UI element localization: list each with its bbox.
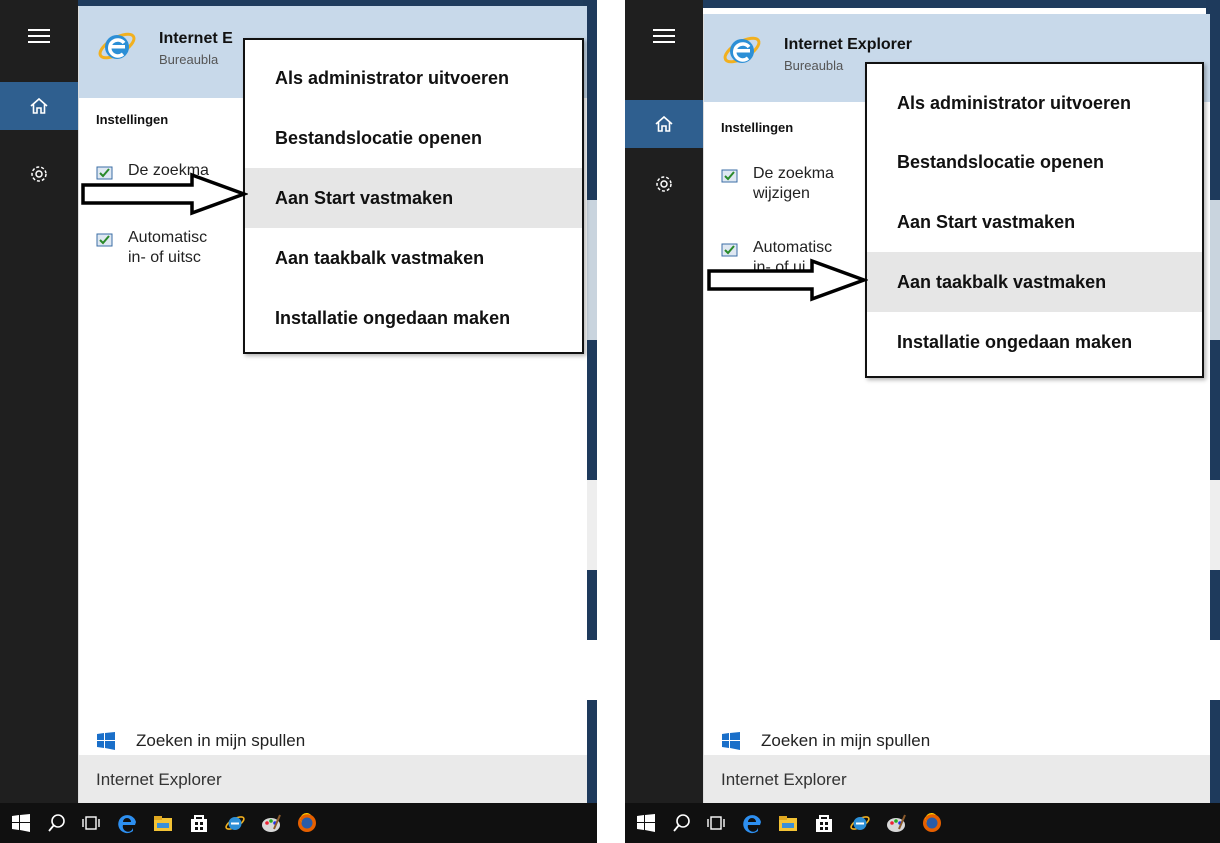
app-subtitle: Bureaubla (784, 58, 844, 73)
internet-explorer-icon (98, 32, 136, 60)
menu-item-run-as-admin[interactable]: Als administrator uitvoeren (245, 48, 582, 108)
task-view-icon[interactable] (705, 812, 727, 834)
settings-check-icon (721, 169, 738, 183)
windows-start-icon[interactable] (10, 812, 32, 834)
menu-item-pin-to-start[interactable]: Aan Start vastmaken (245, 168, 582, 228)
search-my-stuff-button[interactable]: Zoeken in mijn spullen (721, 731, 930, 751)
search-my-stuff-button[interactable]: Zoeken in mijn spullen (96, 731, 305, 751)
menu-item-open-file-location[interactable]: Bestandslocatie openen (245, 108, 582, 168)
result-line-1: Automatisc (128, 229, 208, 246)
menu-item-run-as-admin[interactable]: Als administrator uitvoeren (867, 73, 1202, 133)
settings-check-icon (96, 233, 113, 247)
search-icon[interactable] (671, 812, 693, 834)
screenshot-right: Internet Explorer Bureaubla Instellingen… (625, 0, 1220, 843)
annotation-arrow-icon (81, 172, 248, 216)
settings-result-search-engine[interactable]: De zoekma wijzigen (721, 164, 834, 204)
app-name: Internet E (159, 30, 233, 47)
search-query: Internet Explorer (96, 770, 222, 789)
firefox-icon[interactable] (296, 812, 318, 834)
desktop-top-strip (625, 0, 1220, 8)
paint-icon[interactable] (260, 812, 282, 834)
app-subtitle: Bureaubla (159, 52, 219, 67)
gear-icon[interactable] (0, 150, 78, 198)
result-line-2: in- of uitsc (128, 249, 201, 266)
search-box[interactable]: Internet Explorer (704, 755, 1210, 803)
internet-explorer-icon[interactable] (224, 812, 246, 834)
menu-item-pin-to-start[interactable]: Aan Start vastmaken (867, 192, 1202, 252)
result-line-1: Automatisc (753, 239, 833, 256)
start-rail (0, 0, 78, 803)
task-view-icon[interactable] (80, 812, 102, 834)
taskbar (0, 803, 597, 843)
start-rail (625, 0, 703, 803)
store-icon[interactable] (813, 812, 835, 834)
hamburger-icon[interactable] (0, 12, 78, 60)
annotation-arrow-icon (707, 258, 868, 302)
search-query: Internet Explorer (721, 770, 847, 789)
taskbar (625, 803, 1220, 843)
menu-item-pin-to-taskbar[interactable]: Aan taakbalk vastmaken (867, 252, 1202, 312)
settings-result-auto[interactable]: Automatisc in- of uitsc (96, 228, 207, 268)
context-menu: Als administrator uitvoeren Bestandsloca… (243, 38, 584, 354)
result-line-2: wijzigen (753, 185, 810, 202)
edge-icon[interactable] (741, 812, 763, 834)
menu-item-pin-to-taskbar[interactable]: Aan taakbalk vastmaken (245, 228, 582, 288)
home-icon[interactable] (0, 82, 78, 130)
menu-item-uninstall[interactable]: Installatie ongedaan maken (867, 312, 1202, 372)
file-explorer-icon[interactable] (777, 812, 799, 834)
home-icon[interactable] (625, 100, 703, 148)
windows-logo-icon (722, 732, 740, 750)
context-menu: Als administrator uitvoeren Bestandsloca… (865, 62, 1204, 378)
app-name: Internet Explorer (784, 36, 913, 53)
internet-explorer-icon (723, 36, 761, 64)
firefox-icon[interactable] (921, 812, 943, 834)
settings-check-icon (721, 243, 738, 257)
store-icon[interactable] (188, 812, 210, 834)
menu-item-uninstall[interactable]: Installatie ongedaan maken (245, 288, 582, 348)
menu-item-open-file-location[interactable]: Bestandslocatie openen (867, 132, 1202, 192)
edge-icon[interactable] (116, 812, 138, 834)
windows-logo-icon (97, 732, 115, 750)
hamburger-icon[interactable] (625, 12, 703, 60)
file-explorer-icon[interactable] (152, 812, 174, 834)
search-icon[interactable] (46, 812, 68, 834)
internet-explorer-icon[interactable] (849, 812, 871, 834)
section-title: Instellingen (721, 120, 794, 135)
windows-start-icon[interactable] (635, 812, 657, 834)
section-title: Instellingen (96, 112, 169, 127)
gear-icon[interactable] (625, 160, 703, 208)
search-my-stuff-label: Zoeken in mijn spullen (761, 731, 931, 750)
search-my-stuff-label: Zoeken in mijn spullen (136, 731, 306, 750)
search-box[interactable]: Internet Explorer (79, 755, 587, 803)
paint-icon[interactable] (885, 812, 907, 834)
screenshot-left: Internet E Bureaubla Instellingen De zoe… (0, 0, 597, 843)
result-line-1: De zoekma (753, 165, 834, 182)
